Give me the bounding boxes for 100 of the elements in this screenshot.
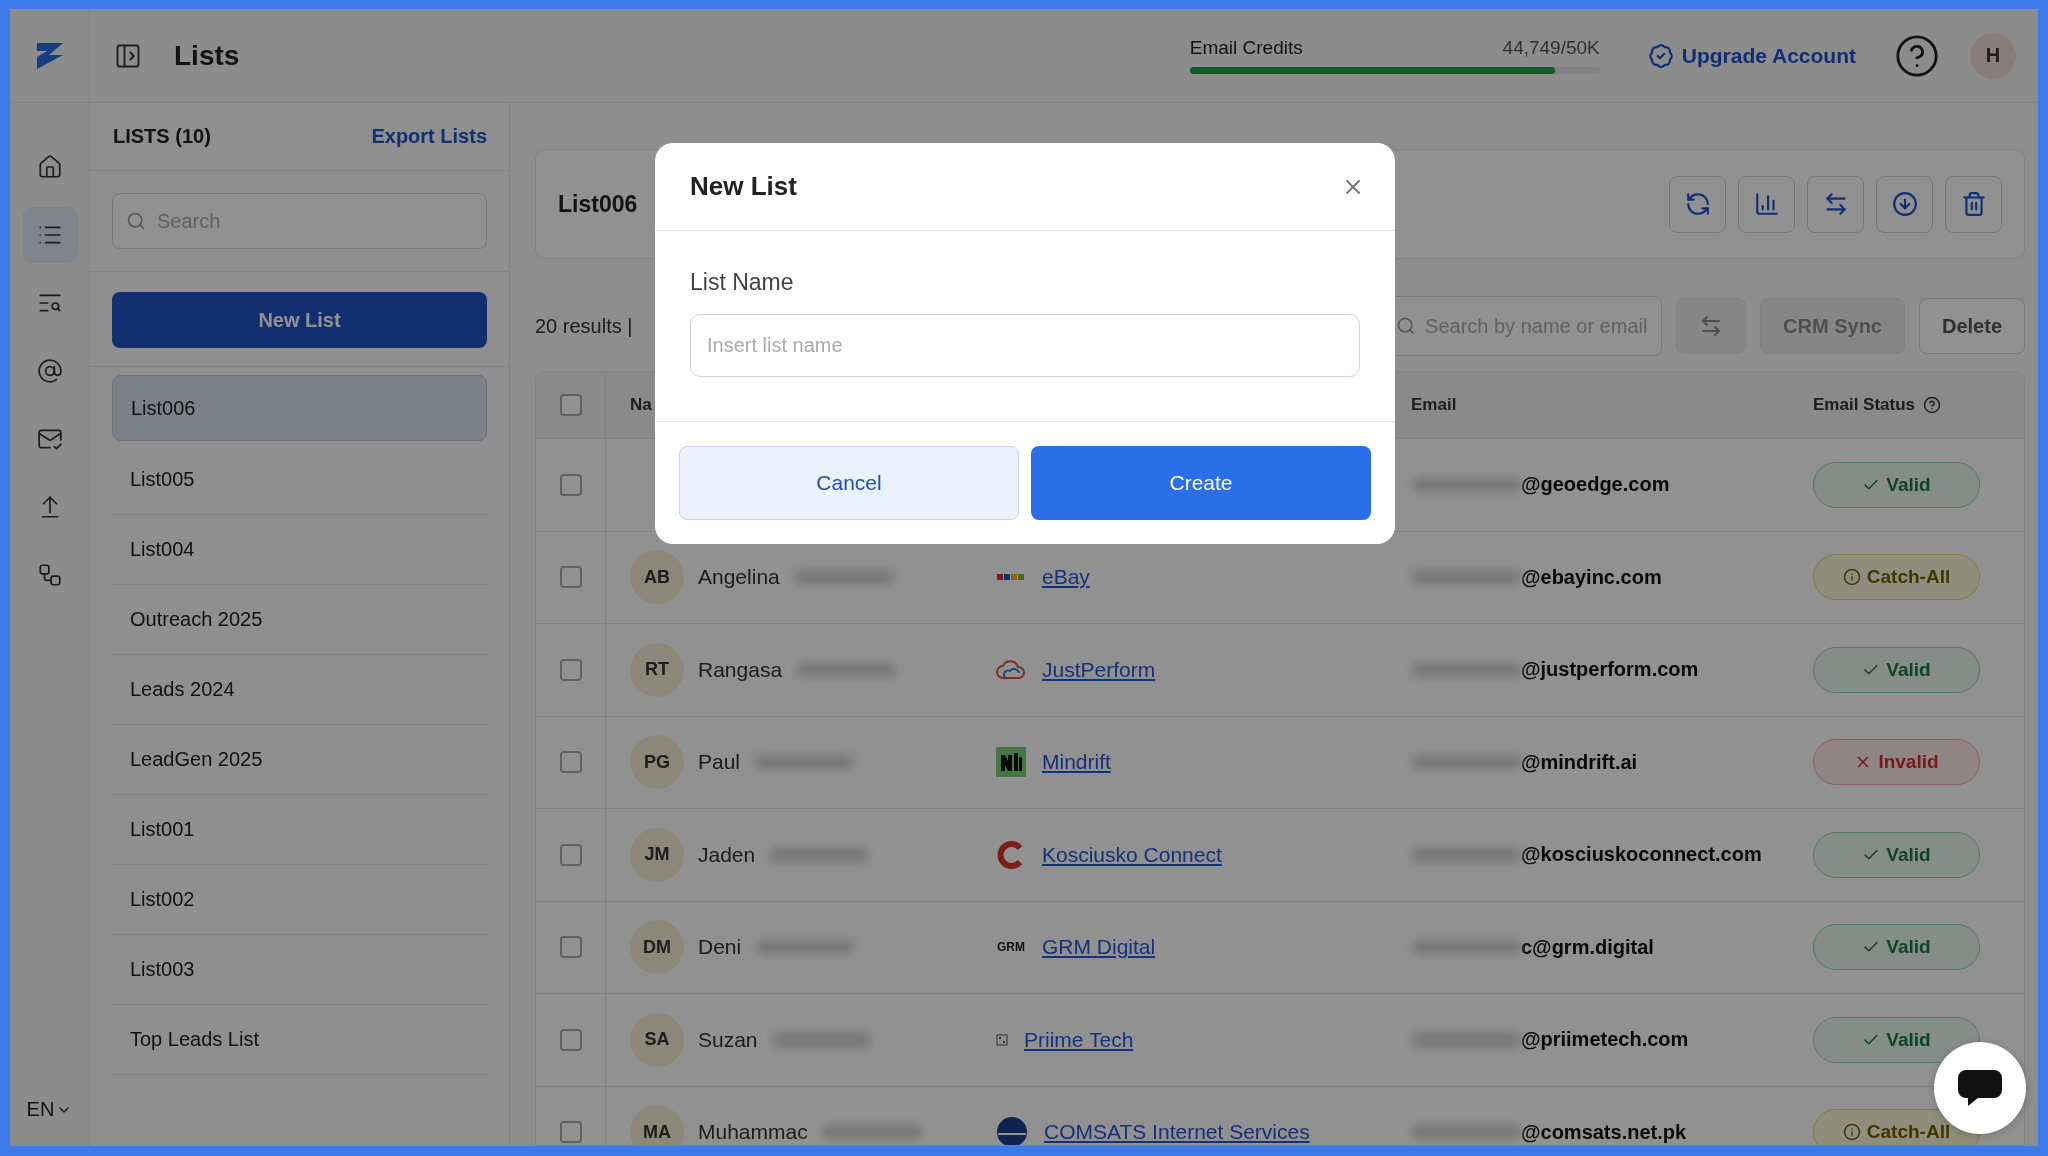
contact-avatar: DM (630, 920, 684, 975)
mail-check-icon (36, 426, 63, 452)
help-icon[interactable] (1923, 396, 1942, 414)
contact-avatar: RT (630, 642, 684, 697)
create-button[interactable]: Create (1031, 446, 1371, 520)
user-avatar[interactable]: H (1970, 32, 2016, 79)
email-domain: @kosciuskoconnect.com (1521, 843, 1762, 867)
row-checkbox[interactable] (559, 936, 582, 959)
help-icon[interactable] (1894, 32, 1940, 79)
status-badge: Valid (1813, 461, 1980, 508)
list-item[interactable]: Outreach 2025 (112, 585, 487, 655)
column-header: Email Status (1813, 395, 1916, 415)
list-item[interactable]: Leads 2024 (112, 655, 487, 725)
status-badge: Valid (1813, 924, 1980, 971)
contact-name: Deni (698, 935, 742, 960)
column-header: Na (629, 395, 653, 415)
contact-avatar: PG (630, 735, 684, 790)
lists-heading: LISTS (10) (113, 125, 211, 148)
language-selector[interactable]: EN (20, 1097, 79, 1122)
list-item[interactable]: List003 (112, 935, 487, 1005)
trash-icon (1960, 191, 1987, 217)
contact-name: Rangasa (698, 657, 783, 682)
email-domain: @mindrift.ai (1521, 750, 1638, 774)
company-logo-icon (996, 1033, 1008, 1046)
bar-chart-icon (1753, 191, 1780, 217)
company-link[interactable]: JustPerform (1042, 657, 1156, 682)
field-label: List Name (690, 269, 795, 296)
status-badge: Invalid (1813, 739, 1980, 786)
contact-name: Angelina (698, 565, 780, 590)
info-icon (1842, 1123, 1861, 1142)
company-link[interactable]: Mindrift (1042, 750, 1111, 775)
select-all-checkbox[interactable] (559, 394, 582, 416)
row-checkbox[interactable] (559, 751, 582, 774)
company-link[interactable]: Kosciusko Connect (1042, 842, 1222, 867)
badge-icon (1647, 42, 1674, 69)
row-checkbox[interactable] (559, 843, 582, 866)
download-icon (1891, 191, 1918, 217)
chart-button[interactable] (1738, 175, 1795, 233)
company-link[interactable]: eBay (1042, 565, 1090, 590)
list-item[interactable]: List002 (112, 865, 487, 935)
export-lists-link[interactable]: Export Lists (371, 125, 487, 148)
company-link[interactable]: COMSATS Internet Services (1044, 1120, 1310, 1145)
status-badge: Valid (1813, 646, 1980, 693)
email-domain: c@grm.digital (1521, 935, 1654, 959)
info-icon (1842, 568, 1861, 587)
list-title: List006 (558, 190, 639, 218)
swap-button[interactable] (1676, 298, 1747, 354)
status-badge: Valid (1813, 1016, 1980, 1063)
swap-button[interactable] (1807, 175, 1864, 233)
contact-avatar: SA (630, 1012, 684, 1067)
bar-chart-logo-icon (996, 747, 1026, 778)
email-domain: @priimetech.com (1521, 1028, 1689, 1052)
company-link[interactable]: GRM Digital (1042, 935, 1156, 960)
at-sign-icon (36, 358, 63, 384)
download-button[interactable] (1876, 175, 1933, 233)
refresh-button[interactable] (1669, 175, 1726, 233)
contact-name: Jaden (698, 842, 756, 867)
list-item[interactable]: List001 (112, 795, 487, 865)
column-header: Email (1411, 395, 1458, 415)
contact-avatar: MA (630, 1105, 684, 1145)
contact-avatar: AB (630, 550, 684, 605)
contact-name: Muhammac (698, 1120, 808, 1145)
contact-name: Suzan (698, 1027, 758, 1052)
list-item[interactable]: LeadGen 2025 (112, 725, 487, 795)
status-badge: Valid (1813, 831, 1980, 878)
row-checkbox[interactable] (559, 473, 582, 496)
row-checkbox[interactable] (559, 658, 582, 681)
refresh-icon (1684, 191, 1711, 217)
credits-label: Email Credits (1189, 37, 1303, 59)
email-domain: @geoedge.com (1521, 473, 1670, 497)
dialog-title: New List (690, 171, 797, 202)
credits-value: 44,749/50K (1502, 37, 1600, 59)
home-icon (36, 154, 63, 180)
chat-bubble-icon (1956, 1068, 2004, 1108)
row-checkbox[interactable] (559, 566, 582, 589)
page-title: Lists (174, 39, 240, 72)
row-checkbox[interactable] (559, 1028, 582, 1051)
company-link[interactable]: Priime Tech (1024, 1027, 1134, 1052)
workflow-icon (36, 562, 63, 588)
email-domain: @comsats.net.pk (1521, 1120, 1687, 1144)
delete-button[interactable]: Delete (1918, 298, 2025, 354)
email-domain: @justperform.com (1521, 658, 1699, 682)
row-checkbox[interactable] (559, 1121, 582, 1144)
trash-button[interactable] (1945, 175, 2002, 233)
list-item[interactable]: List006 (112, 375, 487, 441)
contact-avatar: JM (630, 827, 684, 882)
nav-button[interactable] (21, 207, 78, 263)
status-badge: Catch-All (1813, 554, 1980, 601)
new-list-button[interactable]: New List (112, 292, 487, 348)
company-logo: GRM (996, 940, 1026, 955)
email-domain: @ebayinc.com (1521, 565, 1662, 589)
list-item[interactable]: List005 (112, 445, 487, 515)
list-item[interactable]: List004 (112, 515, 487, 585)
search-icon (1396, 316, 1417, 336)
upgrade-account-link[interactable]: Upgrade Account (1647, 42, 1856, 69)
results-count: 20 results | (535, 314, 634, 338)
contact-name: Paul (698, 750, 741, 775)
list-name-field[interactable]: Insert list name (690, 314, 1360, 377)
cancel-button[interactable]: Cancel (679, 446, 1019, 520)
list-item[interactable]: Top Leads List (112, 1005, 487, 1075)
